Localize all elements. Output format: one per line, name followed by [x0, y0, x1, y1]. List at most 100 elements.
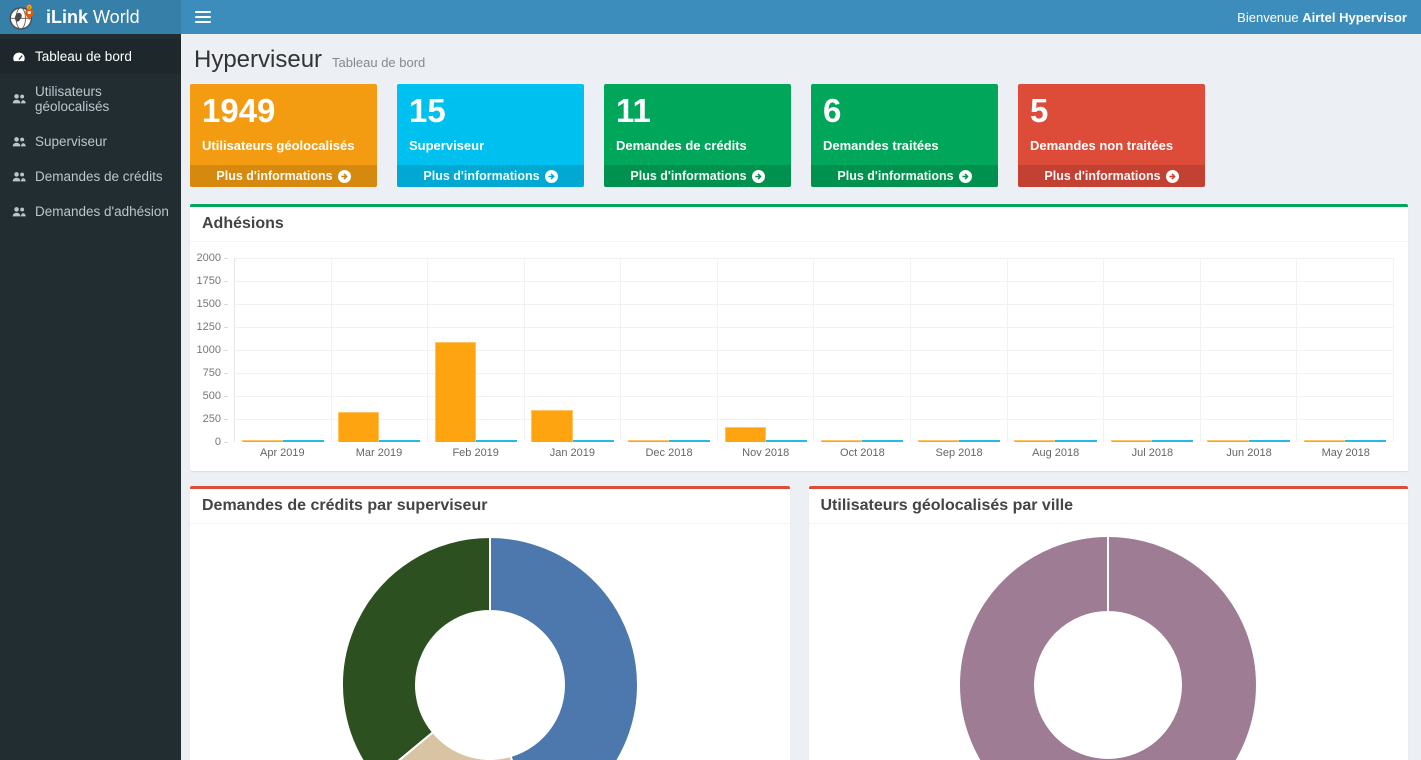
y-tick-label: 500	[203, 390, 228, 402]
bar-series_2	[1055, 440, 1096, 442]
bar-series_1	[1014, 440, 1055, 442]
y-tick-label: 1000	[197, 344, 228, 356]
bar-series_1	[918, 440, 959, 442]
arrow-circle-right-icon	[1166, 170, 1179, 183]
donut-chart-credits	[190, 524, 790, 760]
y-tick-label: 2000	[197, 252, 228, 264]
card-label: Demandes traitées	[823, 138, 986, 153]
sidebar-item-utilisateurs-geolocalises[interactable]: Utilisateurs géolocalisés	[0, 74, 181, 124]
bar-series_1	[821, 440, 862, 442]
bar-category	[1008, 258, 1105, 442]
x-tick-label: Jan 2019	[524, 447, 621, 459]
card-label: Superviseur	[409, 138, 572, 153]
bar-series_1	[1304, 440, 1345, 442]
sidebar-item-superviseur[interactable]: Superviseur	[0, 124, 181, 159]
logo-area[interactable]: $ iLink World	[0, 0, 181, 34]
x-tick-label: Feb 2019	[427, 447, 524, 459]
card-value: 1949	[202, 92, 365, 130]
arrow-circle-right-icon	[752, 170, 765, 183]
bar-category	[1297, 258, 1394, 442]
card-utilisateurs-geolocalises: 1949 Utilisateurs géolocalisés Plus d'in…	[190, 84, 377, 187]
bar-series_1	[1111, 440, 1152, 442]
bar-category	[235, 258, 332, 442]
bar-series_1	[628, 440, 669, 442]
bar-category	[332, 258, 429, 442]
bar-category	[718, 258, 815, 442]
y-tick-label: 1250	[197, 321, 228, 333]
x-tick-label: Jun 2018	[1201, 447, 1298, 459]
bar-series_2	[379, 440, 420, 442]
users-icon	[12, 135, 26, 149]
bar-series_2	[476, 440, 517, 442]
arrow-circle-right-icon	[338, 170, 351, 183]
bar-series_1	[531, 410, 572, 442]
card-value: 6	[823, 92, 986, 130]
arrow-circle-right-icon	[959, 170, 972, 183]
x-tick-label: Nov 2018	[717, 447, 814, 459]
main-content: Hyperviseur Tableau de bord 1949 Utilisa…	[181, 34, 1421, 760]
sidebar-item-label: Demandes de crédits	[35, 169, 163, 184]
x-tick-label: May 2018	[1297, 447, 1394, 459]
bar-series_1	[435, 342, 476, 442]
y-tick-label: 750	[203, 367, 228, 379]
page-subtitle: Tableau de bord	[332, 55, 425, 70]
card-value: 15	[409, 92, 572, 130]
arrow-circle-right-icon	[545, 170, 558, 183]
dashboard-icon	[12, 50, 26, 64]
sidebar-toggle-icon[interactable]	[195, 8, 211, 26]
bar-series_2	[283, 440, 324, 442]
donut-svg-credits	[342, 537, 638, 760]
demandes-credits-superviseur-panel: Demandes de crédits par superviseur	[190, 486, 790, 760]
card-demandes-non-traitees: 5 Demandes non traitées Plus d'informati…	[1018, 84, 1205, 187]
bar-series_1	[1207, 440, 1248, 442]
y-tick-label: 0	[215, 436, 228, 448]
bar-category	[814, 258, 911, 442]
sidebar-item-label: Superviseur	[35, 134, 107, 149]
page-title: Hyperviseur	[194, 46, 322, 74]
bar-series_2	[1152, 440, 1193, 442]
card-label: Demandes non traitées	[1030, 138, 1193, 153]
y-tick-label: 250	[203, 413, 228, 425]
bar-category	[1104, 258, 1201, 442]
users-icon	[12, 205, 26, 219]
more-info-link[interactable]: Plus d'informations	[190, 165, 377, 187]
sidebar-item-tableau-de-bord[interactable]: Tableau de bord	[0, 39, 181, 74]
more-info-link[interactable]: Plus d'informations	[397, 165, 584, 187]
bar-series_1	[338, 412, 379, 442]
donut-chart-villes	[809, 524, 1409, 760]
top-navbar: $ iLink World Bienvenue Airtel Hyperviso…	[0, 0, 1421, 34]
x-tick-label: Mar 2019	[331, 447, 428, 459]
donut-slice	[490, 537, 638, 760]
brand-title: iLink World	[46, 7, 140, 28]
x-tick-label: Apr 2019	[234, 447, 331, 459]
x-labels: Apr 2019Mar 2019Feb 2019Jan 2019Dec 2018…	[234, 447, 1394, 459]
more-info-link[interactable]: Plus d'informations	[1018, 165, 1205, 187]
bar-series_1	[242, 440, 283, 442]
panel-title: Utilisateurs géolocalisés par ville	[809, 489, 1409, 524]
stat-cards-row: 1949 Utilisateurs géolocalisés Plus d'in…	[190, 84, 1408, 187]
sidebar-item-demandes-adhesion[interactable]: Demandes d'adhésion	[0, 194, 181, 229]
sidebar-item-label: Tableau de bord	[35, 49, 132, 64]
more-info-link[interactable]: Plus d'informations	[811, 165, 998, 187]
bar-category	[525, 258, 622, 442]
card-value: 5	[1030, 92, 1193, 130]
bar-category	[428, 258, 525, 442]
bar-series_2	[766, 440, 807, 442]
sidebar-item-demandes-de-credits[interactable]: Demandes de crédits	[0, 159, 181, 194]
welcome-text[interactable]: Bienvenue Airtel Hypervisor	[1237, 10, 1407, 25]
x-tick-label: Aug 2018	[1007, 447, 1104, 459]
adhesions-panel-title: Adhésions	[190, 207, 1408, 242]
card-label: Utilisateurs géolocalisés	[202, 138, 365, 153]
bar-series_2	[669, 440, 710, 442]
bar-category	[1201, 258, 1298, 442]
x-tick-label: Dec 2018	[621, 447, 718, 459]
more-info-link[interactable]: Plus d'informations	[604, 165, 791, 187]
users-icon	[12, 92, 26, 106]
utilisateurs-par-ville-panel: Utilisateurs géolocalisés par ville	[809, 486, 1409, 760]
bar-series_2	[573, 440, 614, 442]
y-tick-label: 1500	[197, 298, 228, 310]
bar-category	[911, 258, 1008, 442]
card-superviseur: 15 Superviseur Plus d'informations	[397, 84, 584, 187]
card-label: Demandes de crédits	[616, 138, 779, 153]
x-tick-label: Oct 2018	[814, 447, 911, 459]
